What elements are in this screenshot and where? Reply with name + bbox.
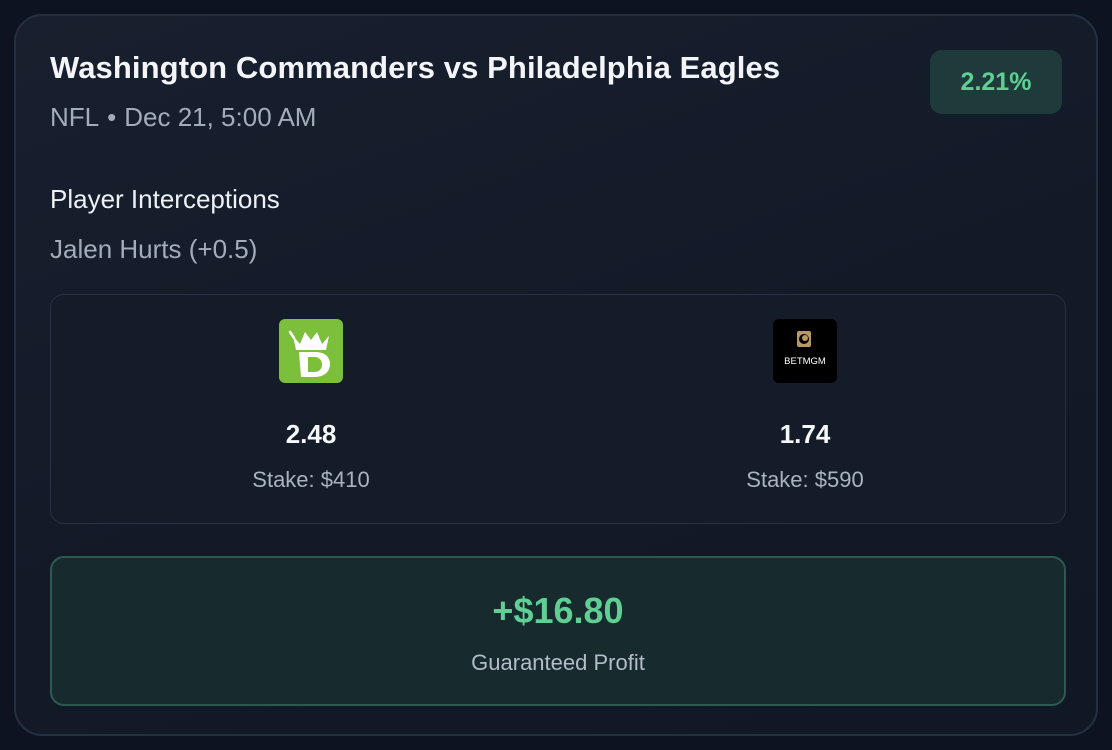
event-title: Washington Commanders vs Philadelphia Ea… (50, 50, 781, 85)
market-name: Player Interceptions (50, 184, 280, 214)
league-label: NFL (50, 102, 100, 132)
draftkings-logo-icon (279, 319, 343, 383)
betmgm-logo-text: BETMGM (784, 356, 826, 367)
betmgm-logo-icon: BETMGM (773, 319, 837, 383)
book-stake: Stake: $410 (252, 467, 370, 492)
book-stake: Stake: $590 (746, 467, 864, 492)
profit-label: Guaranteed Profit (471, 650, 645, 675)
event-meta: NFL • Dec 21, 5:00 AM (50, 102, 316, 133)
profit-amount: +$16.80 (492, 590, 624, 631)
arbitrage-card[interactable]: Washington Commanders vs Philadelphia Ea… (14, 14, 1098, 736)
market-selection: Jalen Hurts (+0.5) (50, 234, 258, 264)
book-odds: 2.48 (285, 419, 337, 449)
event-datetime: Dec 21, 5:00 AM (124, 102, 317, 132)
bookmaker-betmgm[interactable]: BETMGM 1.74 Stake: $590 (675, 295, 935, 523)
profit-percent-badge: 2.21% (930, 50, 1062, 114)
bookmakers-panel: 2.48 Stake: $410 BETMGM 1.74 Stake: $590 (50, 294, 1066, 524)
guaranteed-profit-panel: +$16.80 Guaranteed Profit (50, 556, 1066, 706)
book-odds: 1.74 (779, 419, 831, 449)
bookmaker-draftkings[interactable]: 2.48 Stake: $410 (181, 295, 441, 523)
meta-separator: • (107, 102, 117, 132)
